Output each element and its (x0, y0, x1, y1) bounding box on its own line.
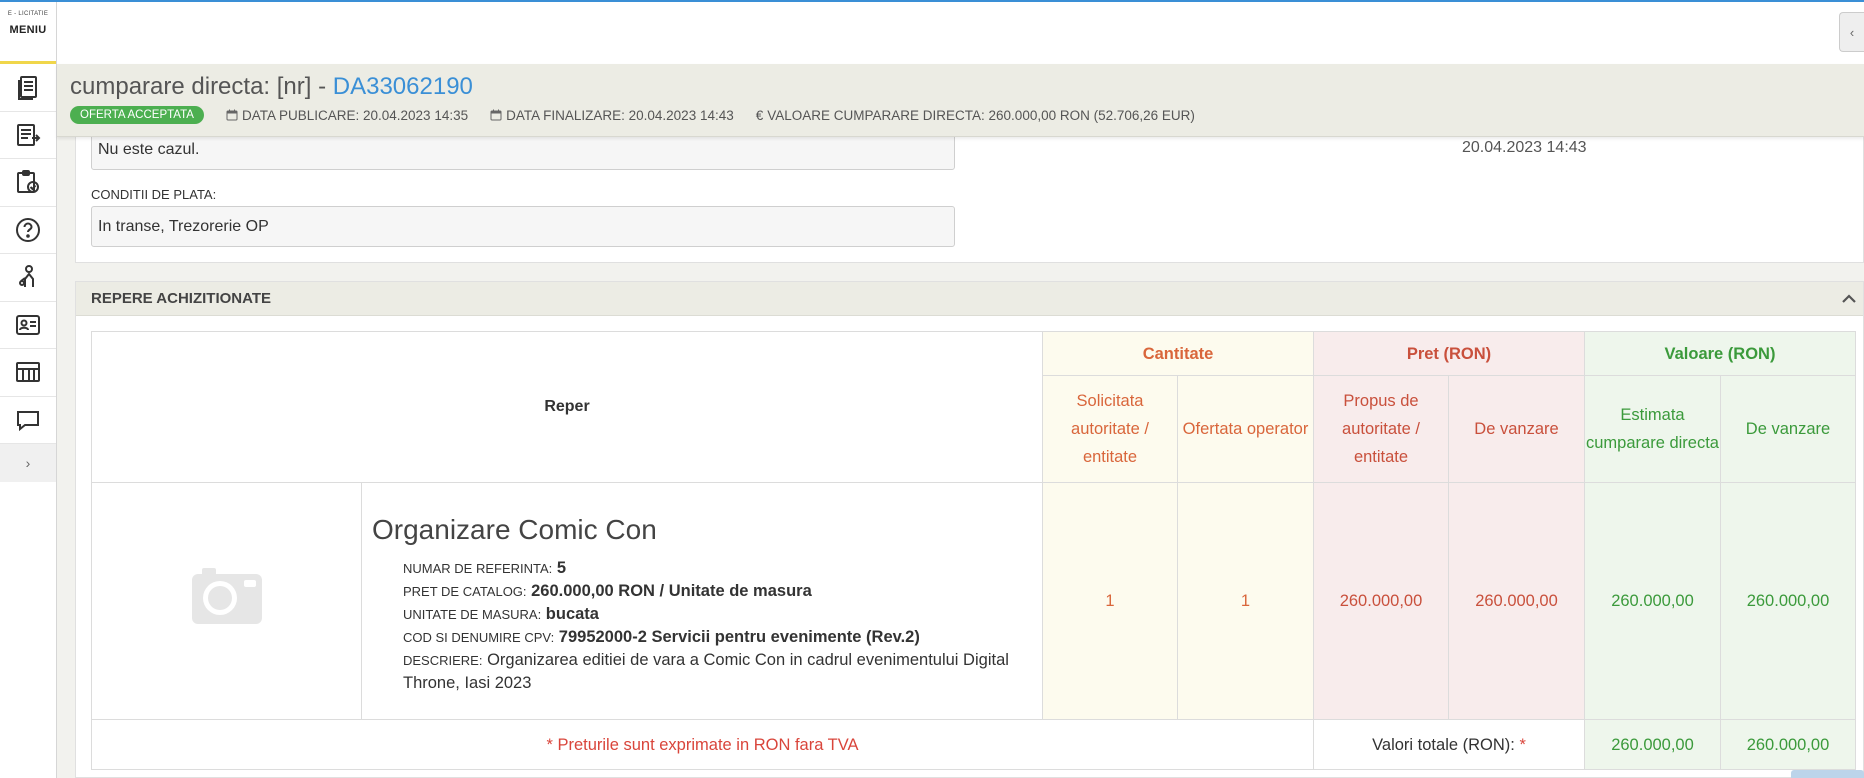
details-panel: Nu este cazul. CONDITII DE PLATA: In tra… (75, 129, 1864, 263)
sidebar: E - LICITATIE MENIU › (0, 2, 57, 778)
total-sale-value: 260.000,00 (1720, 719, 1856, 770)
collapse-panel-button[interactable]: ‹ (1839, 12, 1864, 52)
unit-value: bucata (545, 605, 599, 623)
qty-requested-header: Solicitata autoritate / entitate (1042, 375, 1178, 483)
value-sale-header: De vanzare (1720, 375, 1856, 483)
table-row: Organizare Comic Con NUMAR DE REFERINTA:… (91, 482, 1856, 720)
procedure-header: cumparare directa: [nr] - DA33062190 OFE… (57, 64, 1864, 137)
value-estimated-value: 260.000,00 (1584, 482, 1721, 720)
reference-value: 5 (556, 559, 567, 577)
scroll-top-button[interactable] (1791, 770, 1864, 778)
sidebar-item-catalog[interactable] (0, 349, 56, 397)
logo-subtitle: E - LICITATIE (7, 11, 49, 17)
top-bar: ‹ (57, 2, 1864, 64)
sidebar-item-user[interactable] (0, 254, 56, 302)
quantity-group-header: Cantitate (1042, 331, 1314, 376)
value-group-header: Valoare (RON) (1584, 331, 1856, 376)
sidebar-item-documents[interactable] (0, 64, 56, 112)
item-details-cell: Organizare Comic Con NUMAR DE REFERINTA:… (361, 482, 1043, 720)
help-icon (16, 217, 40, 242)
end-date-text: DATA FINALIZARE: 20.04.2023 14:43 (506, 107, 734, 123)
camera-placeholder-icon (191, 567, 262, 624)
payment-conditions-value: In transe, Trezorerie OP (91, 206, 955, 247)
item-name[interactable]: Organizare Comic Con (372, 513, 1032, 547)
direct-purchase-value-text: VALOARE CUMPARARE DIRECTA: 260.000,00 RO… (767, 107, 1195, 123)
publish-date-text: DATA PUBLICARE: 20.04.2023 14:35 (241, 107, 469, 123)
title-prefix: cumparare directa: [nr] - (70, 73, 333, 100)
cpv-label: COD SI DENUMIRE CPV: (403, 630, 555, 645)
procedure-id-link[interactable]: DA33062190 (333, 73, 473, 100)
sidebar-item-messages[interactable] (0, 397, 56, 444)
purchased-items-panel: REPERE ACHIZITIONATE Reper Cantitate Pre… (75, 281, 1864, 778)
contact-card-icon (16, 314, 40, 335)
vat-note: * Preturile sunt exprimate in RON fara T… (91, 719, 1314, 770)
purchased-items-title: REPERE ACHIZITIONATE (91, 290, 272, 307)
euro-icon: € (755, 107, 764, 123)
right-date-value: 20.04.2023 14:43 (1462, 139, 1587, 156)
price-sale-value: 260.000,00 (1448, 482, 1585, 720)
value-estimated-header: Estimata cumparare directa (1584, 375, 1721, 483)
totals-asterisk: * (1519, 735, 1526, 754)
reference-label: NUMAR DE REFERINTA: (403, 561, 553, 576)
qty-offered-value: 1 (1177, 482, 1314, 720)
document-icon (18, 76, 37, 101)
item-image-cell (91, 482, 362, 720)
purchased-items-header[interactable]: REPERE ACHIZITIONATE (76, 282, 1863, 316)
calendar-icon (490, 109, 502, 121)
sidebar-item-help[interactable] (0, 207, 56, 254)
direct-purchase-value: € VALOARE CUMPARARE DIRECTA: 260.000,00 … (756, 108, 1195, 123)
page-title: cumparare directa: [nr] - DA33062190 (70, 73, 473, 101)
totals-row: * Preturile sunt exprimate in RON fara T… (91, 719, 1856, 770)
items-table: Reper Cantitate Pret (RON) Valoare (RON)… (91, 331, 1856, 770)
catalog-price-label: PRET DE CATALOG: (403, 584, 527, 599)
user-person-icon (19, 265, 34, 288)
menu-label: MENIU (9, 24, 47, 36)
item-description: DESCRIERE: Organizarea editiei de vara a… (403, 649, 1032, 695)
item-unit: UNITATE DE MASURA: bucata (403, 603, 1032, 626)
cpv-value: 79952000-2 Servicii pentru evenimente (R… (558, 628, 920, 646)
procedure-meta: OFERTA ACCEPTATA DATA PUBLICARE: 20.04.2… (70, 104, 1217, 126)
verified-document-icon (17, 170, 39, 194)
qty-requested-value: 1 (1042, 482, 1178, 720)
sidebar-item-contact-card[interactable] (0, 302, 56, 349)
qty-offered-header: Ofertata operator (1177, 375, 1314, 483)
item-catalog-price: PRET DE CATALOG: 260.000,00 RON / Unitat… (403, 580, 1032, 603)
item-reference: NUMAR DE REFERINTA: 5 (403, 557, 1032, 580)
end-date: DATA FINALIZARE: 20.04.2023 14:43 (490, 108, 734, 123)
menu-logo[interactable]: E - LICITATIE MENIU (0, 2, 56, 64)
total-estimated-value: 260.000,00 (1584, 719, 1721, 770)
sidebar-expand-button[interactable]: › (0, 444, 56, 482)
sidebar-item-list-export[interactable] (0, 112, 56, 159)
status-badge: OFERTA ACCEPTATA (70, 106, 204, 124)
description-value: Organizarea editiei de vara a Comic Con … (403, 651, 1009, 692)
list-export-icon (17, 123, 41, 146)
price-proposed-header: Propus de autoritate / entitate (1313, 375, 1449, 483)
publish-date: DATA PUBLICARE: 20.04.2023 14:35 (226, 108, 468, 123)
sidebar-item-verified[interactable] (0, 159, 56, 207)
price-group-header: Pret (RON) (1313, 331, 1585, 376)
unit-label: UNITATE DE MASURA: (403, 607, 542, 622)
reper-header: Reper (91, 331, 1043, 483)
chevron-up-icon[interactable] (1839, 289, 1859, 309)
description-label: DESCRIERE: (403, 653, 483, 668)
payment-conditions-label: CONDITII DE PLATA: (91, 187, 217, 202)
price-proposed-value: 260.000,00 (1313, 482, 1449, 720)
item-cpv: COD SI DENUMIRE CPV: 79952000-2 Servicii… (403, 626, 1032, 649)
price-sale-header: De vanzare (1448, 375, 1585, 483)
totals-label-cell: Valori totale (RON): * (1313, 719, 1585, 770)
totals-label: Valori totale (RON): (1372, 735, 1515, 754)
chat-bubble-icon (17, 410, 39, 431)
catalog-icon (16, 362, 40, 383)
calendar-icon (226, 109, 238, 121)
catalog-price-value: 260.000,00 RON / Unitate de masura (531, 582, 812, 600)
value-sale-value: 260.000,00 (1720, 482, 1856, 720)
